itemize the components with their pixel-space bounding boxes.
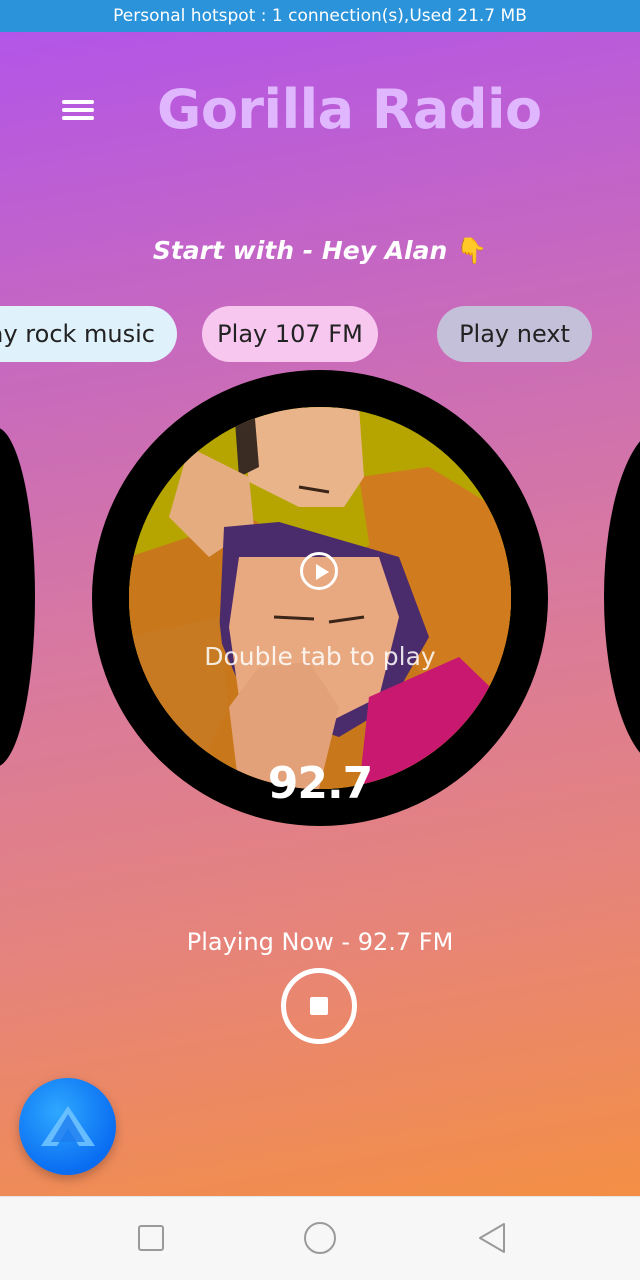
stop-icon: [310, 997, 328, 1015]
circle-icon[interactable]: [304, 1222, 336, 1254]
suggestion-chip-play-next[interactable]: Play next: [437, 306, 592, 362]
suggestion-label: ay rock music: [0, 320, 155, 348]
station-disc[interactable]: Double tab to play 92.7: [92, 370, 548, 826]
app-screen: Gorilla Radio Start with - Hey Alan 👇 ay…: [0, 32, 640, 1196]
double-tap-hint: Double tab to play: [204, 642, 436, 671]
hamburger-menu-icon[interactable]: [62, 98, 96, 124]
suggestion-label: Play 107 FM: [217, 320, 363, 348]
status-bar-text: Personal hotspot : 1 connection(s),Used …: [113, 6, 527, 26]
system-nav-bar: [0, 1196, 640, 1280]
alan-assistant-button[interactable]: [19, 1078, 116, 1175]
next-station-disc[interactable]: [604, 427, 640, 767]
station-frequency: 92.7: [267, 758, 374, 809]
suggestion-chip-rock-music[interactable]: ay rock music: [0, 306, 177, 362]
suggestion-chip-play-107[interactable]: Play 107 FM: [202, 306, 378, 362]
station-artwork: [129, 407, 511, 789]
pointing-down-icon: 👇: [456, 236, 488, 265]
now-playing-text: Playing Now - 92.7 FM: [186, 928, 454, 956]
play-circle-icon[interactable]: [300, 552, 338, 590]
triangle-back-icon[interactable]: [476, 1221, 508, 1255]
alan-assistant-icon: [41, 1106, 95, 1146]
stop-button[interactable]: [281, 968, 357, 1044]
app-title: Gorilla Radio: [157, 78, 542, 141]
square-icon[interactable]: [138, 1225, 164, 1251]
status-bar: Personal hotspot : 1 connection(s),Used …: [0, 0, 640, 32]
prompt-text: Start with - Hey Alan 👇: [0, 236, 640, 266]
previous-station-disc[interactable]: [0, 427, 35, 767]
suggestion-label: Play next: [459, 320, 570, 348]
prompt-label: Start with - Hey Alan: [152, 236, 448, 265]
